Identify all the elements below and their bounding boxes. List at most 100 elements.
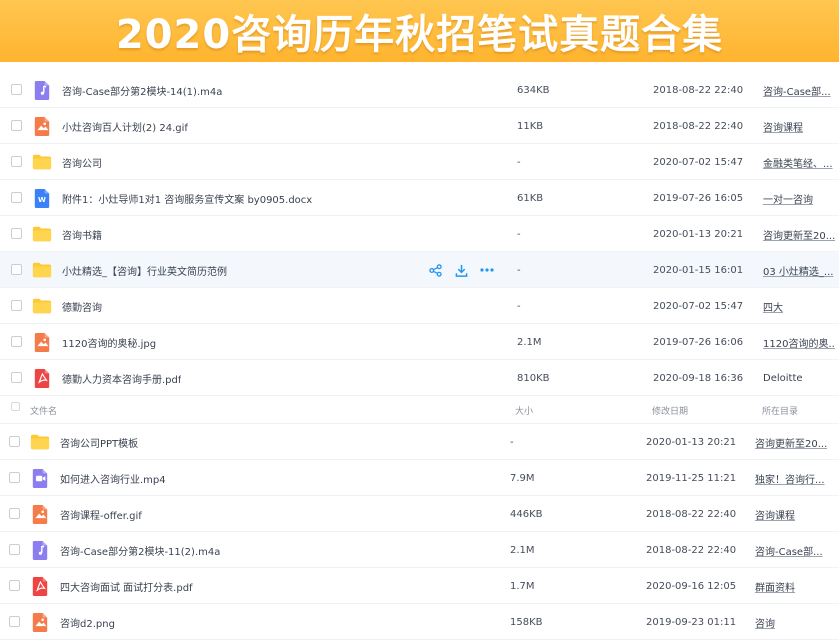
- pdf-file-icon: [30, 576, 50, 596]
- row-checkbox[interactable]: [11, 156, 22, 167]
- file-row[interactable]: 咨询-Case部分第2模块-14(1).m4a 634KB 2018-08-22 2…: [0, 72, 839, 108]
- row-checkbox[interactable]: [11, 84, 22, 95]
- file-modified-date: 2019-07-26 16:05: [653, 192, 744, 204]
- row-checkbox[interactable]: [11, 228, 22, 239]
- file-size: 7.9M: [510, 472, 535, 484]
- file-name[interactable]: 如何进入咨询行业.mp4: [60, 460, 166, 496]
- row-checkbox[interactable]: [11, 264, 22, 275]
- row-checkbox[interactable]: [11, 120, 22, 131]
- file-row[interactable]: 咨询书籍 - 2020-01-13 20:21 咨询更新至20...: [0, 216, 839, 252]
- file-row[interactable]: 德勤人力资本咨询手册.pdf 810KB 2020-09-18 16:36 Deloi…: [0, 360, 839, 396]
- file-size: -: [517, 300, 521, 312]
- file-row[interactable]: 咨询-Case部分第2模块-11(2).m4a 2.1M 2018-08-22 22…: [0, 532, 839, 568]
- file-name[interactable]: 咨询-Case部分第2模块-11(2).m4a: [60, 532, 220, 568]
- file-name[interactable]: 四大咨询面试 面试打分表.pdf: [60, 568, 193, 604]
- file-size: 634KB: [517, 84, 550, 96]
- select-all-checkbox[interactable]: [11, 402, 20, 411]
- file-row[interactable]: 如何进入咨询行业.mp4 7.9M 2019-11-25 11:21 独家！咨询行..…: [0, 460, 839, 496]
- file-name[interactable]: 德勤咨询: [62, 288, 102, 324]
- image-file-icon: [32, 332, 52, 352]
- file-modified-date: 2018-08-22 22:40: [653, 120, 744, 132]
- file-modified-date: 2018-08-22 22:40: [646, 544, 737, 556]
- file-location-link[interactable]: 咨询课程: [755, 496, 827, 532]
- column-header-name[interactable]: 文件名: [30, 396, 57, 424]
- row-checkbox[interactable]: [9, 616, 20, 627]
- file-size: 158KB: [510, 616, 543, 628]
- row-checkbox[interactable]: [11, 192, 22, 203]
- file-location-link[interactable]: 03 小灶精选_...: [763, 252, 835, 288]
- file-name[interactable]: 咨询公司: [62, 144, 102, 180]
- row-checkbox[interactable]: [11, 336, 22, 347]
- file-location-link[interactable]: 咨询更新至20...: [755, 424, 827, 460]
- folder-file-icon: [32, 152, 52, 172]
- folder-file-icon: [30, 432, 50, 452]
- audio-file-icon: [30, 540, 50, 560]
- image-file-icon: [30, 504, 50, 524]
- promo-banner: 2020咨询历年秋招笔试真题合集: [0, 0, 839, 62]
- column-header-date[interactable]: 修改日期: [652, 396, 688, 424]
- row-checkbox[interactable]: [11, 300, 22, 311]
- file-location-link[interactable]: 四大: [763, 288, 835, 324]
- file-name[interactable]: 咨询d2.png: [60, 604, 115, 640]
- pdf-file-icon: [32, 368, 52, 388]
- file-name[interactable]: 咨询-Case部分第2模块-14(1).m4a: [62, 72, 222, 108]
- file-location-link[interactable]: 金融类笔经、...: [763, 144, 835, 180]
- row-checkbox[interactable]: [9, 436, 20, 447]
- file-location-link[interactable]: 1120咨询的奥...: [763, 324, 835, 360]
- row-actions: [428, 252, 494, 288]
- file-location-link[interactable]: 咨询-Case部...: [755, 532, 827, 568]
- file-row[interactable]: 四大咨询面试 面试打分表.pdf 1.7M 2020-09-16 12:05 群面资料: [0, 568, 839, 604]
- download-icon[interactable]: [454, 263, 468, 277]
- file-name[interactable]: 小灶精选_【咨询】行业英文简历范例: [62, 252, 227, 288]
- file-row[interactable]: 咨询公司PPT模板 - 2020-01-13 20:21 咨询更新至20...: [0, 424, 839, 460]
- file-list-upper: 咨询-Case部分第2模块-14(1).m4a 634KB 2018-08-22 2…: [0, 72, 839, 396]
- row-checkbox[interactable]: [9, 580, 20, 591]
- file-row[interactable]: 小灶精选_【咨询】行业英文简历范例 - 2020-01-15 16:01 03 小灶精…: [0, 252, 839, 288]
- file-row[interactable]: W 附件1：小灶导师1对1 咨询服务宣传文案 by0905.docx 61KB 201…: [0, 180, 839, 216]
- file-size: 1.7M: [510, 580, 535, 592]
- image-file-icon: [32, 116, 52, 136]
- file-size: 2.1M: [517, 336, 542, 348]
- file-modified-date: 2018-08-22 22:40: [646, 508, 737, 520]
- file-modified-date: 2018-08-22 22:40: [653, 84, 744, 96]
- file-modified-date: 2019-09-23 01:11: [646, 616, 737, 628]
- file-location-link[interactable]: 咨询课程: [763, 108, 835, 144]
- file-name[interactable]: 咨询课程-offer.gif: [60, 496, 142, 532]
- banner-title: 2020咨询历年秋招笔试真题合集: [115, 12, 724, 58]
- file-size: -: [517, 228, 521, 240]
- file-location-link[interactable]: 咨询更新至20...: [763, 216, 835, 252]
- word-file-icon: W: [32, 188, 52, 208]
- file-location-link[interactable]: 咨询-Case部...: [763, 72, 835, 108]
- file-location-link[interactable]: 独家！咨询行...: [755, 460, 827, 496]
- row-checkbox[interactable]: [11, 372, 22, 383]
- file-row[interactable]: 1120咨询的奥秘.jpg 2.1M 2019-07-26 16:06 1120咨询的…: [0, 324, 839, 360]
- file-name[interactable]: 附件1：小灶导师1对1 咨询服务宣传文案 by0905.docx: [62, 180, 312, 216]
- file-location-link[interactable]: Deloitte: [763, 360, 835, 396]
- file-name[interactable]: 德勤人力资本咨询手册.pdf: [62, 360, 181, 396]
- file-location-link[interactable]: 群面资料: [755, 568, 827, 604]
- file-location-link[interactable]: 咨询: [755, 604, 827, 640]
- file-name[interactable]: 1120咨询的奥秘.jpg: [62, 324, 156, 360]
- file-row[interactable]: 德勤咨询 - 2020-07-02 15:47 四大: [0, 288, 839, 324]
- column-header-size[interactable]: 大小: [515, 396, 533, 424]
- file-location-link[interactable]: 一对一咨询: [763, 180, 835, 216]
- file-name[interactable]: 咨询书籍: [62, 216, 102, 252]
- file-row[interactable]: 咨询课程-offer.gif 446KB 2018-08-22 22:40 咨询课程: [0, 496, 839, 532]
- file-modified-date: 2020-09-16 12:05: [646, 580, 737, 592]
- file-row[interactable]: 咨询d2.png 158KB 2019-09-23 01:11 咨询: [0, 604, 839, 640]
- file-size: 810KB: [517, 372, 550, 384]
- file-size: 2.1M: [510, 544, 535, 556]
- file-row[interactable]: 小灶咨询百人计划(2) 24.gif 11KB 2018-08-22 22:40 咨询…: [0, 108, 839, 144]
- video-file-icon: [30, 468, 50, 488]
- column-header-location[interactable]: 所在目录: [762, 396, 798, 424]
- file-name[interactable]: 小灶咨询百人计划(2) 24.gif: [62, 108, 188, 144]
- svg-text:W: W: [38, 195, 46, 204]
- share-icon[interactable]: [428, 263, 442, 277]
- row-checkbox[interactable]: [9, 508, 20, 519]
- file-name[interactable]: 咨询公司PPT模板: [60, 424, 138, 460]
- file-row[interactable]: 咨询公司 - 2020-07-02 15:47 金融类笔经、...: [0, 144, 839, 180]
- more-icon[interactable]: [480, 263, 494, 277]
- row-checkbox[interactable]: [9, 544, 20, 555]
- row-checkbox[interactable]: [9, 472, 20, 483]
- audio-file-icon: [32, 80, 52, 100]
